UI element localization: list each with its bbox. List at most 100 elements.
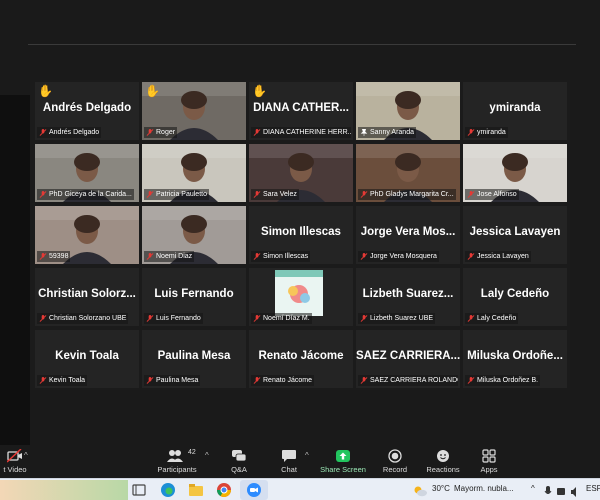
muted-mic-icon [467,129,475,136]
raised-hand-icon: ✋ [145,84,160,98]
participant-name: Paulina Mesa [157,350,231,362]
participant-tile-noemi-diaz-m[interactable]: Noemí Díaz M. [249,268,353,326]
chat-button[interactable]: Chat [274,445,304,478]
participant-label-text: 59398 [49,253,69,260]
participant-tile-59398[interactable]: 59398 [35,206,139,264]
participant-tile-paulina-mesa[interactable]: Paulina Mesa Paulina Mesa [142,330,246,388]
participant-name: ymiranda [489,102,541,114]
participant-label: PhD Giceya de la Carida... [37,189,134,200]
participant-label: 59398 [37,251,71,262]
stop-video-button[interactable]: t Video [0,445,30,478]
weather-temp: 30°C [432,484,450,493]
muted-mic-icon [39,191,47,198]
participant-label: Noemi Diaz [144,251,195,262]
record-label: Record [382,465,408,474]
participant-tile-lizbeth-suarez-ube[interactable]: Lizbeth Suarez... Lizbeth Suarez UBE [356,268,460,326]
participant-tile-phd-gladys-margarita-cr[interactable]: PhD Gladys Margarita Cr... [356,144,460,202]
participant-label-text: Jorge Vera Mosquera [370,253,437,260]
participant-tile-diana-catherine-herr[interactable]: DIANA CATHER... ✋ DIANA CATHERINE HERR... [249,82,353,140]
participant-label: PhD Gladys Margarita Cr... [358,189,456,200]
chrome-icon[interactable] [216,482,232,498]
tray-caret-icon[interactable]: ^ [531,484,535,493]
muted-mic-icon [39,377,47,384]
participant-label: Noemí Díaz M. [251,313,312,324]
muted-mic-icon [467,253,475,260]
participants-label: Participants [157,465,197,474]
qa-button[interactable]: Q&A [222,445,256,478]
participant-tile-sanny-aranda[interactable]: Sanny Aranda [356,82,460,140]
participant-tile-kevin-toala[interactable]: Kevin Toala Kevin Toala [35,330,139,388]
meeting-toolbar: t Video ^ 42 Participants ^ Q&A Chat ^ S… [0,445,600,478]
chat-caret[interactable]: ^ [305,451,309,460]
participant-tile-patricia-pauletto[interactable]: Patricia Pauletto [142,144,246,202]
share-screen-button[interactable]: Share Screen [320,445,366,478]
participant-tile-phd-giceya-de-la-carida[interactable]: PhD Giceya de la Carida... [35,144,139,202]
reactions-button[interactable]: Reactions [425,445,461,478]
participant-tile-ymiranda[interactable]: ymiranda ymiranda [463,82,567,140]
participant-label: Laly Cedeño [465,313,519,324]
participant-name: Luis Fernando [154,288,234,300]
participant-label-text: Christian Solorzano UBE [49,315,127,322]
participant-label-text: Luis Fernando [156,315,201,322]
video-options-caret[interactable]: ^ [24,451,28,460]
participant-tile-roger[interactable]: ✋ Roger [142,82,246,140]
participant-label-text: Renato Jácome [263,377,313,384]
participant-tile-jose-alfonso[interactable]: Jose Alfonso [463,144,567,202]
qa-icon [232,450,247,462]
speaker-icon[interactable] [570,484,580,500]
participant-label-text: Paulina Mesa [156,377,199,384]
participant-label-text: Jose Alfonso [477,191,517,198]
participant-label-text: Lizbeth Suarez UBE [370,315,434,322]
participant-tile-christian-solorzano-ube[interactable]: Christian Solorz... Christian Solorzano U… [35,268,139,326]
camera-tray-icon[interactable] [556,484,566,500]
participant-label: Simon Illescas [251,251,311,262]
video-off-icon [7,449,22,463]
windows-taskbar: 30°C Mayorm. nubla... ^ ESP [0,478,600,500]
participants-caret[interactable]: ^ [205,451,209,460]
record-button[interactable]: Record [380,445,410,478]
language-indicator[interactable]: ESP [586,484,600,493]
participant-label-text: Patricia Pauletto [156,191,207,198]
file-explorer-icon[interactable] [188,482,204,498]
muted-mic-icon [360,315,368,322]
participant-label: Kevin Toala [37,375,88,386]
muted-mic-icon [146,315,154,322]
participant-tile-renato-jacome[interactable]: Renato Jácome Renato Jácome [249,330,353,388]
participant-name: DIANA CATHER... [253,102,349,114]
edge-browser-icon[interactable] [160,482,176,498]
participant-tile-miluska-ordonez-b[interactable]: Miluska Ordoñe... Miluska Ordoñez B. [463,330,567,388]
participant-tile-jorge-vera-mosquera[interactable]: Jorge Vera Mos... Jorge Vera Mosquera [356,206,460,264]
muted-mic-icon [360,377,368,384]
participant-tile-noemi-diaz[interactable]: Noemi Diaz [142,206,246,264]
participants-button[interactable]: 42 Participants [152,445,202,478]
participant-tile-simon-illescas[interactable]: Simon Illescas Simon Illescas [249,206,353,264]
muted-mic-icon [360,191,368,198]
participant-label: ymiranda [465,127,508,138]
muted-mic-icon [467,191,475,198]
participant-tile-luis-fernando[interactable]: Luis Fernando Luis Fernando [142,268,246,326]
participant-tile-laly-cedeno[interactable]: Laly Cedeño Laly Cedeño [463,268,567,326]
muted-mic-icon [146,253,154,260]
participant-label-text: Miluska Ordoñez B. [477,377,539,384]
participant-name: Miluska Ordoñe... [467,350,563,362]
zoom-taskbar-button[interactable] [240,480,268,500]
participant-tile-jessica-lavayen[interactable]: Jessica Lavayen Jessica Lavayen [463,206,567,264]
participant-tile-andres-delgado[interactable]: Andrés Delgado ✋ Andrés Delgado [35,82,139,140]
participant-label: Sanny Aranda [358,127,416,138]
gallery-grid: Andrés Delgado ✋ Andrés Delgado ✋ Roger DIAN… [30,80,570,390]
participant-tile-saez-carriera-rolando[interactable]: SAEZ CARRIERA... SAEZ CARRIERA ROLANDO [356,330,460,388]
participant-label: Jorge Vera Mosquera [358,251,439,262]
microphone-icon[interactable] [544,484,552,500]
weather-description[interactable]: Mayorm. nubla... [454,484,514,493]
apps-button[interactable]: Apps [476,445,502,478]
widgets-icon[interactable] [132,482,146,498]
taskbar-thumbnail[interactable] [0,480,128,500]
left-panel [0,95,30,445]
qa-label: Q&A [231,465,247,474]
participant-name: Jorge Vera Mos... [360,226,456,238]
participant-tile-sara-velez[interactable]: Sara Velez [249,144,353,202]
participant-label-text: SAEZ CARRIERA ROLANDO [370,377,458,384]
participants-icon [167,450,183,462]
participant-label-text: PhD Gladys Margarita Cr... [370,191,454,198]
participant-label-text: Sanny Aranda [370,129,414,136]
